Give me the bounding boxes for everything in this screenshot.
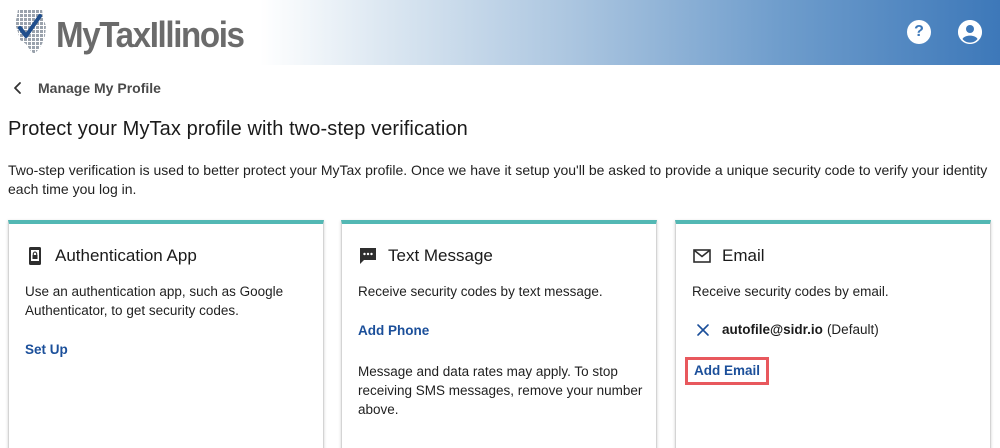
chat-bubble-icon — [360, 248, 376, 264]
text-message-card: Text Message Receive security codes by t… — [341, 220, 657, 448]
add-phone-link[interactable]: Add Phone — [358, 323, 429, 338]
top-header: MyTaxIllinois ? — [0, 0, 1000, 65]
account-circle-icon[interactable] — [958, 20, 982, 44]
default-label: (Default) — [826, 322, 879, 337]
auth-app-card: Authentication App Use an authentication… — [8, 220, 324, 448]
phone-lock-icon — [29, 247, 41, 265]
logo-illinois: Illinois — [149, 14, 245, 55]
intro-text: Two-step verification is used to better … — [8, 162, 988, 197]
close-icon[interactable] — [696, 323, 710, 337]
email-card: Email Receive security codes by email. a… — [675, 220, 991, 448]
card-description: Receive security codes by text message. — [358, 284, 603, 299]
add-email-highlight: Add Email — [685, 357, 770, 385]
card-title: Authentication App — [55, 246, 197, 265]
email-entry: autofile@sidr.io (Default) — [696, 322, 879, 337]
mail-icon — [693, 249, 711, 263]
add-email-link[interactable]: Add Email — [694, 363, 760, 378]
card-description: Use an authentication app, such as Googl… — [25, 284, 284, 318]
page-title: Protect your MyTax profile with two-step… — [8, 118, 468, 140]
set-up-link[interactable]: Set Up — [25, 342, 68, 357]
question-circle-icon[interactable]: ? — [907, 20, 931, 44]
logo-my: My — [56, 14, 101, 55]
illinois-map-icon — [15, 9, 46, 54]
card-description: Receive security codes by email. — [692, 284, 889, 299]
email-address: autofile@sidr.io — [722, 322, 823, 337]
mytax-illinois-logo[interactable]: MyTaxIllinois — [12, 6, 245, 58]
sms-disclaimer: Message and data rates may apply. To sto… — [358, 364, 643, 417]
card-title: Email — [722, 246, 765, 265]
breadcrumb-label[interactable]: Manage My Profile — [38, 80, 161, 96]
logo-tax: Tax — [99, 14, 151, 55]
card-title: Text Message — [388, 246, 493, 265]
breadcrumb: Manage My Profile — [10, 78, 161, 98]
chevron-left-icon[interactable] — [10, 80, 26, 96]
